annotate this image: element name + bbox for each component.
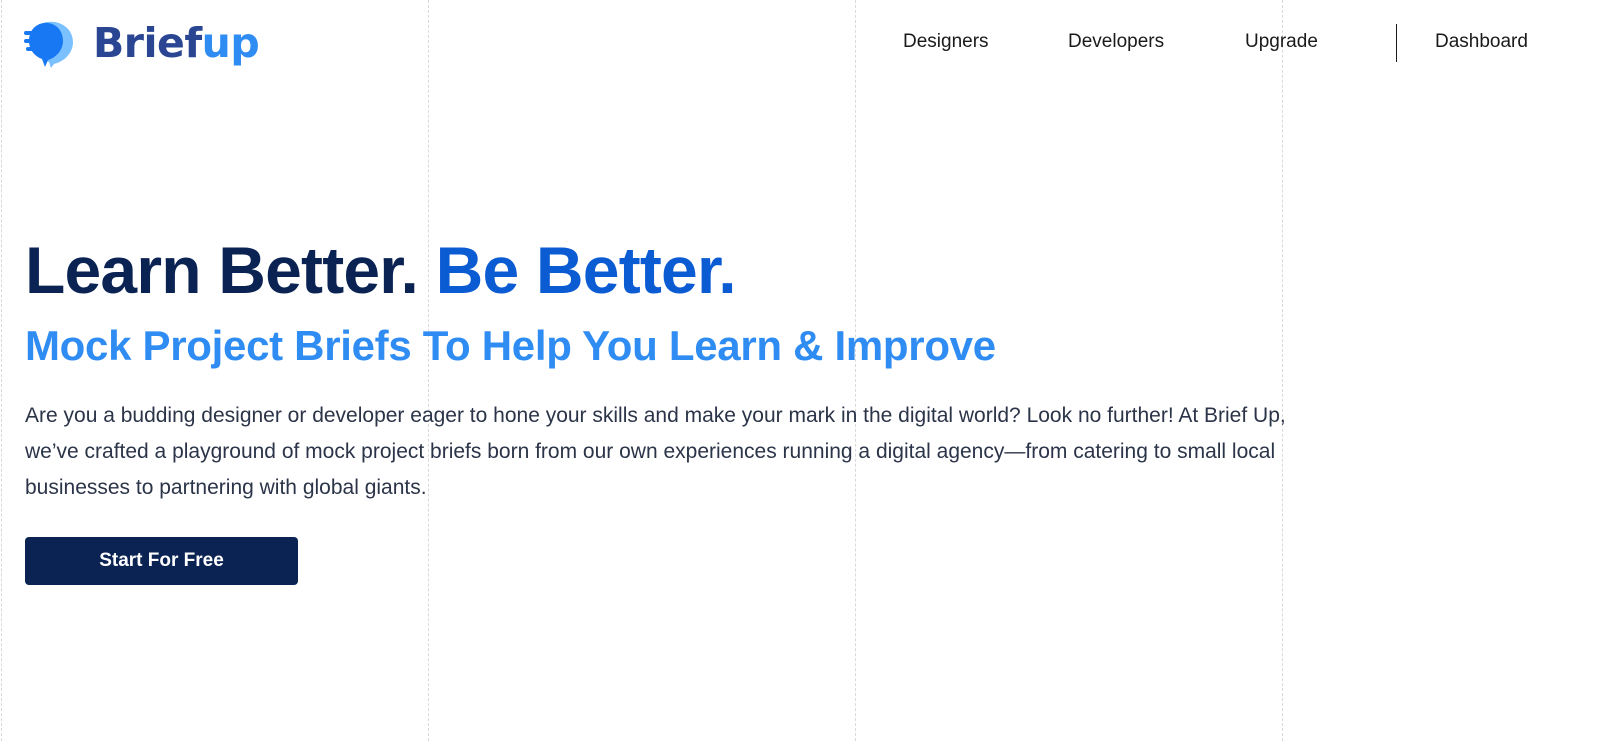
nav-link-developers[interactable]: Developers: [1068, 30, 1164, 54]
hero-title-part1: Learn Better.: [25, 233, 419, 307]
hero-title: Learn Better. Be Better.: [25, 233, 1305, 307]
main-nav: Designers Developers Upgrade Dashboard: [0, 24, 1600, 64]
nav-link-upgrade[interactable]: Upgrade: [1245, 30, 1318, 54]
layout-guide-line: [1, 0, 2, 741]
start-for-free-button[interactable]: Start For Free: [25, 537, 298, 585]
hero-description: Are you a budding designer or developer …: [25, 404, 1286, 500]
hero-subtitle: Mock Project Briefs To Help You Learn & …: [25, 322, 996, 370]
nav-link-designers[interactable]: Designers: [903, 30, 989, 54]
nav-divider: [1396, 24, 1397, 62]
hero-title-part2: Be Better.: [435, 233, 737, 307]
nav-link-dashboard[interactable]: Dashboard: [1435, 30, 1528, 54]
hero-section: Learn Better. Be Better. Mock Project Br…: [25, 233, 1305, 506]
site-header: Briefup Designers Developers Upgrade Das…: [0, 0, 1600, 90]
